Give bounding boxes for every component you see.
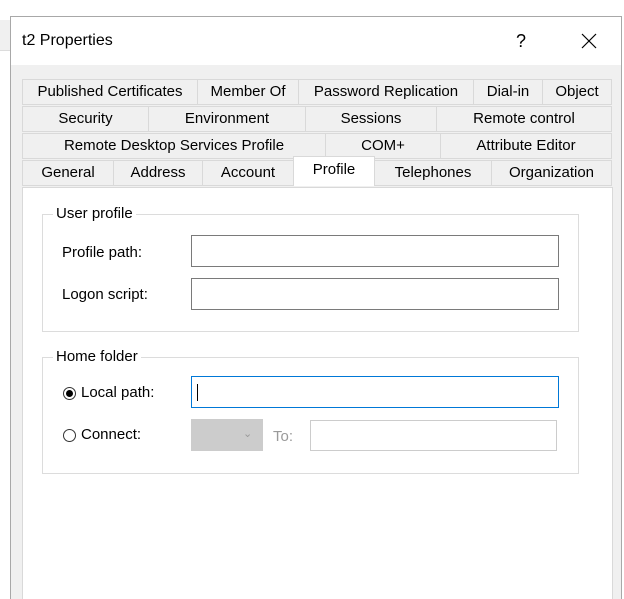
profile-path-label: Profile path:	[62, 244, 143, 261]
tab-account[interactable]: Account	[202, 160, 294, 186]
close-icon	[581, 33, 597, 49]
tab-remote-desktop-services-profile[interactable]: Remote Desktop Services Profile	[22, 133, 326, 159]
tab-telephones[interactable]: Telephones	[374, 160, 492, 186]
user-profile-group-title: User profile	[53, 205, 136, 222]
tab-published-certificates[interactable]: Published Certificates	[22, 79, 198, 105]
drive-letter-combo[interactable]: ⌄	[191, 419, 263, 451]
chevron-down-icon: ⌄	[243, 428, 253, 440]
tab-remote-control[interactable]: Remote control	[436, 106, 612, 132]
logon-script-input[interactable]	[191, 278, 559, 310]
logon-script-label: Logon script:	[62, 286, 148, 303]
tab-security[interactable]: Security	[22, 106, 149, 132]
tab-profile[interactable]: Profile	[293, 156, 375, 186]
home-folder-group-title: Home folder	[53, 348, 141, 365]
tab-strip: Published Certificates Member Of Passwor…	[11, 65, 621, 205]
to-label: To:	[273, 428, 294, 445]
window-title: t2 Properties	[22, 32, 113, 49]
connect-path-input[interactable]	[310, 420, 557, 451]
tab-address[interactable]: Address	[113, 160, 203, 186]
tab-member-of[interactable]: Member Of	[197, 79, 299, 105]
tab-organization[interactable]: Organization	[491, 160, 612, 186]
connect-radio[interactable]	[63, 429, 76, 442]
close-button[interactable]	[569, 25, 609, 57]
home-folder-group: Home folder	[42, 348, 579, 474]
user-profile-group: User profile	[42, 205, 579, 332]
tab-environment[interactable]: Environment	[148, 106, 306, 132]
local-path-input[interactable]	[191, 376, 559, 408]
local-path-label[interactable]: Local path:	[81, 384, 154, 401]
connect-label[interactable]: Connect:	[81, 426, 141, 443]
tab-dial-in[interactable]: Dial-in	[473, 79, 543, 105]
tab-sessions[interactable]: Sessions	[305, 106, 437, 132]
help-button[interactable]: ?	[501, 25, 541, 57]
tab-object[interactable]: Object	[542, 79, 612, 105]
properties-dialog: t2 Properties ? Published Certificates M…	[10, 16, 622, 599]
profile-path-input[interactable]	[191, 235, 559, 267]
local-path-radio[interactable]	[63, 387, 76, 400]
screen: t2 Properties ? Published Certificates M…	[0, 0, 624, 599]
profile-tab-panel: User profile Profile path: Logon script:…	[22, 187, 613, 599]
title-bar[interactable]: t2 Properties ?	[11, 17, 621, 65]
tab-password-replication[interactable]: Password Replication	[298, 79, 474, 105]
tab-attribute-editor[interactable]: Attribute Editor	[440, 133, 612, 159]
text-caret	[197, 384, 198, 401]
tab-general[interactable]: General	[22, 160, 114, 186]
